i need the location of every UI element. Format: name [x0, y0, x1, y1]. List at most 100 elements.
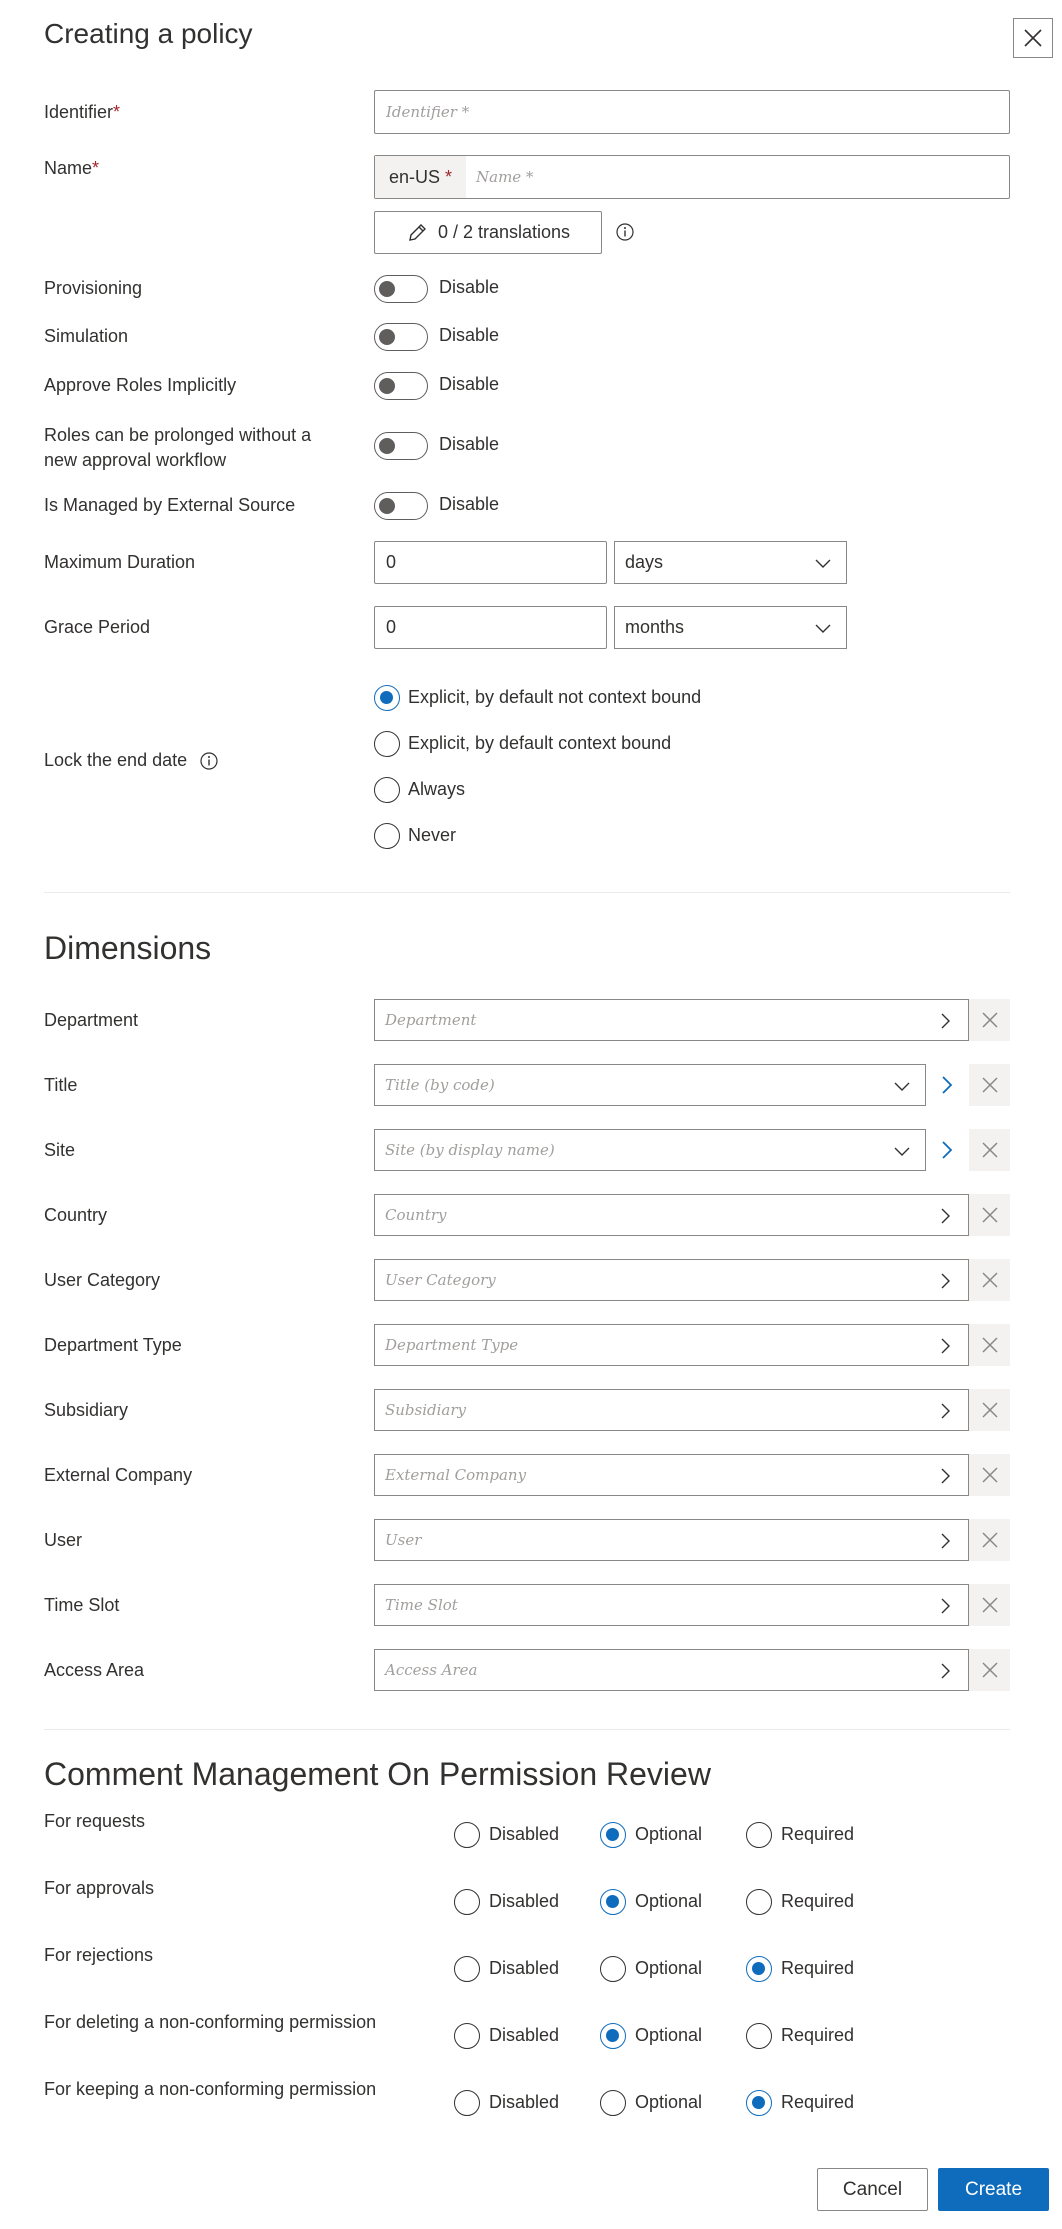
comment-rule-3-optional-radio[interactable] — [600, 2023, 626, 2049]
comment-rule-2-disabled-radio[interactable] — [454, 1956, 480, 1982]
dimension-9-clear-button[interactable] — [969, 1584, 1010, 1626]
dimension-2-clear-button[interactable] — [969, 1129, 1010, 1171]
chevron-down-icon — [894, 1147, 910, 1156]
dimension-6-placeholder: Subsidiary — [385, 1401, 467, 1419]
dimension-7-input[interactable]: External Company — [374, 1454, 969, 1496]
provisioning-label: Provisioning — [44, 278, 143, 298]
approve-roles-toggle[interactable] — [374, 372, 428, 400]
dimension-1-label: Title — [44, 1075, 78, 1095]
simulation-label: Simulation — [44, 326, 129, 346]
lock-option-always-radio[interactable] — [374, 777, 400, 803]
grace-period-unit: months — [625, 617, 685, 637]
identifier-label: Identifier* — [44, 102, 120, 123]
create-button[interactable]: Create — [938, 2168, 1049, 2211]
lock-option-never-radio[interactable] — [374, 823, 400, 849]
comment-rule-1-required-radio[interactable] — [746, 1889, 772, 1915]
comment-rule-0-required-radio[interactable] — [746, 1822, 772, 1848]
close-icon — [981, 1402, 998, 1418]
comment-rule-4-label: For keeping a non-conforming permission — [44, 2079, 377, 2099]
lock-end-date-label: Lock the end date — [44, 750, 219, 771]
translations-button[interactable]: 0 / 2 translations — [374, 211, 602, 254]
comment-rule-2-required-radio[interactable] — [746, 1956, 772, 1982]
close-icon — [981, 1142, 998, 1158]
comment-rule-4-option-label: Required — [781, 2092, 855, 2112]
info-icon[interactable] — [615, 222, 635, 247]
comment-rule-1-optional-radio[interactable] — [600, 1889, 626, 1915]
approve-roles-label: Approve Roles Implicitly — [44, 375, 237, 395]
comment-rule-2-optional-radio[interactable] — [600, 1956, 626, 1982]
lock-option-explicit-bound-radio[interactable] — [374, 731, 400, 757]
max-duration-unit: days — [625, 552, 664, 572]
comment-rule-1-option-label: Disabled — [489, 1891, 560, 1911]
dimension-3-clear-button[interactable] — [969, 1194, 1010, 1236]
comment-management-heading: Comment Management On Permission Review — [44, 1756, 711, 1792]
lock-option-explicit-not-bound-radio[interactable] — [374, 685, 400, 711]
comment-rule-3-disabled-radio[interactable] — [454, 2023, 480, 2049]
dimension-4-input[interactable]: User Category — [374, 1259, 969, 1301]
comment-rule-0-disabled-radio[interactable] — [454, 1822, 480, 1848]
dimension-10-label: Access Area — [44, 1660, 145, 1680]
grace-period-input[interactable]: 0 — [374, 606, 607, 649]
close-icon — [981, 1532, 998, 1548]
dimension-8-clear-button[interactable] — [969, 1519, 1010, 1561]
dimension-10-input[interactable]: Access Area — [374, 1649, 969, 1691]
external-source-toggle[interactable] — [374, 492, 428, 520]
comment-rule-3-required-radio[interactable] — [746, 2023, 772, 2049]
close-icon — [981, 1662, 998, 1678]
close-button[interactable] — [1013, 18, 1053, 58]
dimension-5-placeholder: Department Type — [385, 1336, 519, 1354]
dimension-6-clear-button[interactable] — [969, 1389, 1010, 1431]
provisioning-toggle[interactable] — [374, 275, 428, 303]
grace-period-unit-select[interactable]: months — [614, 606, 847, 649]
dimension-5-input[interactable]: Department Type — [374, 1324, 969, 1366]
comment-rule-4-optional-radio[interactable] — [600, 2090, 626, 2116]
name-input[interactable]: en-US * Name * — [374, 155, 1010, 199]
dimension-5-clear-button[interactable] — [969, 1324, 1010, 1366]
dimension-8-placeholder: User — [385, 1531, 422, 1549]
max-duration-input[interactable]: 0 — [374, 541, 607, 584]
dimension-7-clear-button[interactable] — [969, 1454, 1010, 1496]
dimension-3-input[interactable]: Country — [374, 1194, 969, 1236]
identifier-input[interactable]: Identifier * — [374, 90, 1010, 134]
dimension-8-input[interactable]: User — [374, 1519, 969, 1561]
comment-rule-2-label: For rejections — [44, 1945, 154, 1965]
comment-rule-1-disabled-radio[interactable] — [454, 1889, 480, 1915]
dimension-1-input[interactable]: Title (by code) — [374, 1064, 926, 1106]
close-icon — [981, 1467, 998, 1483]
dimension-7-label: External Company — [44, 1465, 193, 1485]
dimension-9-input[interactable]: Time Slot — [374, 1584, 969, 1626]
lock-option-label: Explicit, by default not context bound — [408, 687, 702, 707]
roles-prolonged-toggle[interactable] — [374, 432, 428, 460]
simulation-toggle[interactable] — [374, 323, 428, 351]
chevron-right-icon — [941, 1533, 950, 1549]
comment-rule-4-disabled-radio[interactable] — [454, 2090, 480, 2116]
chevron-right-icon — [941, 1338, 950, 1354]
dimension-6-input[interactable]: Subsidiary — [374, 1389, 969, 1431]
dimension-2-navigate-button[interactable] — [926, 1129, 967, 1171]
locale-required-mark: * — [445, 166, 453, 187]
grace-period-label: Grace Period — [44, 617, 151, 637]
dimension-4-clear-button[interactable] — [969, 1259, 1010, 1301]
comment-rule-0-option-label: Disabled — [489, 1824, 560, 1844]
cancel-button[interactable]: Cancel — [817, 2168, 928, 2211]
lock-end-date-label-text: Lock the end date — [44, 750, 188, 770]
max-duration-unit-select[interactable]: days — [614, 541, 847, 584]
translations-text: 0 / 2 translations — [437, 222, 571, 242]
comment-rule-0-label: For requests — [44, 1811, 146, 1831]
locale-text: en-US — [389, 166, 441, 187]
comment-rule-4-required-radio[interactable] — [746, 2090, 772, 2116]
info-icon[interactable] — [199, 751, 219, 771]
lock-option-label: Never — [408, 825, 457, 845]
comment-rule-3-option-label: Optional — [635, 2025, 703, 2045]
dimension-2-label: Site — [44, 1140, 76, 1160]
dimension-0-input[interactable]: Department — [374, 999, 969, 1041]
dimension-2-input[interactable]: Site (by display name) — [374, 1129, 926, 1171]
dimension-10-clear-button[interactable] — [969, 1649, 1010, 1691]
dimension-0-clear-button[interactable] — [969, 999, 1010, 1041]
comment-rule-3-option-label: Required — [781, 2025, 855, 2045]
comment-rule-0-optional-radio[interactable] — [600, 1822, 626, 1848]
dimension-1-navigate-button[interactable] — [926, 1064, 967, 1106]
chevron-right-icon — [941, 1013, 950, 1029]
dimension-1-clear-button[interactable] — [969, 1064, 1010, 1106]
locale-badge: en-US * — [375, 156, 466, 198]
